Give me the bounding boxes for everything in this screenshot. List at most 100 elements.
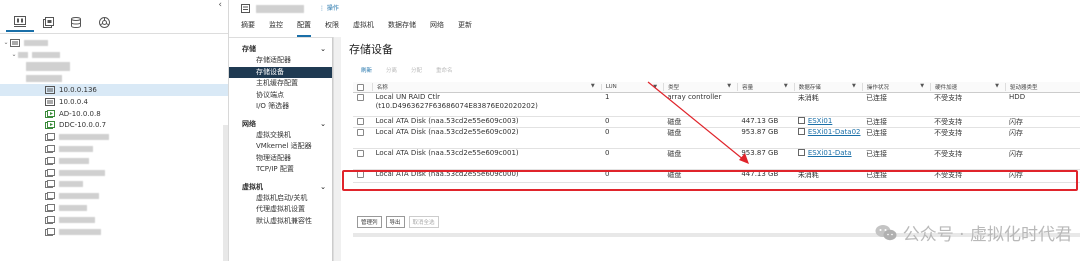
filter-icon[interactable]: ▼ [727, 83, 731, 91]
nav-item-storage-adapters[interactable]: 存储适配器 [229, 55, 332, 67]
col-name[interactable]: 名称 ▼ [371, 83, 601, 91]
tree-node-vm-redacted[interactable] [0, 179, 228, 191]
detach-button[interactable]: 分离 [386, 66, 397, 74]
col-datastore[interactable]: 数据存储 ▼ [793, 83, 862, 91]
tab-monitor[interactable]: 监控 [269, 20, 283, 37]
datastore-link[interactable]: ESXi01-Data02 [808, 128, 861, 136]
filter-icon[interactable]: ▼ [920, 83, 924, 91]
redacted-label [32, 51, 60, 58]
col-status[interactable]: 操作状况 ▼ [861, 83, 930, 91]
rename-button[interactable]: 重命名 [436, 66, 453, 74]
tree-node-vm-redacted[interactable] [0, 202, 228, 214]
table-row[interactable]: Local ATA Disk (naa.53cd2e55e609c003) 0 … [353, 117, 1080, 128]
table-row[interactable]: Local ATA Disk (naa.53cd2e55e609c001) 0 … [353, 149, 1080, 170]
nav-item-vmkernel-adapters[interactable]: VMkernel 适配器 [229, 141, 332, 153]
assign-button[interactable]: 分配 [411, 66, 422, 74]
nav-section-storage[interactable]: 存储 ⌄ [229, 43, 332, 55]
col-hw-accel[interactable]: 硬件加速 ▼ [930, 83, 1005, 91]
tree-node-vm[interactable]: DDC-10.0.0.7 [0, 120, 228, 132]
filter-icon[interactable]: ▼ [591, 83, 595, 91]
configure-nav: 存储 ⌄ 存储适配器 存储设备 主机缓存配置 协议端点 I/O 筛选器 网络 ⌄ 虚… [229, 37, 333, 261]
tree-node-vm-redacted[interactable] [0, 167, 228, 179]
chevron-down-icon[interactable]: ⌄ [2, 39, 10, 46]
object-header: ⋮ 操作 摘要 监控 配置 权限 虚拟机 数据存储 网络 更新 [229, 0, 1080, 37]
checkbox[interactable] [357, 118, 364, 125]
nav-item-default-vm-compat[interactable]: 默认虚拟机兼容性 [229, 216, 332, 228]
filter-icon[interactable]: ▼ [995, 83, 999, 91]
nav-item-physical-adapters[interactable]: 物理适配器 [229, 153, 332, 165]
storage-view-icon[interactable] [62, 14, 90, 32]
checkbox[interactable] [357, 84, 364, 91]
nav-item-virtual-switches[interactable]: 虚拟交换机 [229, 130, 332, 142]
clear-selection-button[interactable]: 取消全选 [408, 216, 439, 228]
cell-status: 已连接 [865, 118, 887, 126]
export-button[interactable]: 导出 [385, 216, 405, 228]
tab-networks[interactable]: 网络 [430, 20, 444, 37]
tree-node-datacenter[interactable]: ⌄ [0, 49, 228, 61]
filter-icon[interactable]: ▼ [852, 83, 856, 91]
table-row[interactable]: Local UN RAID Ctlr (t10.D4963627F6368607… [353, 93, 1080, 117]
filter-icon[interactable]: ▼ [784, 83, 788, 91]
nav-section-vms[interactable]: 虚拟机 ⌄ [229, 181, 332, 193]
datastore-link[interactable]: ESXi01-Data [808, 149, 852, 157]
tab-summary[interactable]: 摘要 [241, 20, 255, 37]
tree-node-vm-redacted[interactable] [0, 143, 228, 155]
cell-type: 磁盘 [667, 150, 682, 158]
row-checkbox[interactable] [353, 149, 372, 169]
nav-item-storage-devices[interactable]: 存储设备 [229, 66, 332, 78]
tree-node-vm-redacted[interactable] [0, 155, 228, 167]
networking-view-icon[interactable] [90, 14, 118, 32]
nav-section-networking[interactable]: 网络 ⌄ [229, 118, 332, 130]
hosts-clusters-view-icon[interactable] [6, 14, 34, 32]
tree-node-host[interactable]: 10.0.0.4 [0, 96, 228, 108]
row-checkbox[interactable] [353, 117, 372, 127]
chevron-down-icon[interactable]: ⌄ [10, 51, 18, 58]
actions-menu[interactable]: ⋮ 操作 [319, 3, 339, 12]
tree-node-vcenter[interactable]: ⌄ [0, 37, 228, 49]
col-drive-type[interactable]: 驱动器类型 [1005, 83, 1080, 91]
inventory-scrollbar[interactable] [223, 125, 228, 261]
tab-updates[interactable]: 更新 [458, 20, 472, 37]
filter-icon[interactable]: ▼ [653, 84, 657, 90]
cell-name: Local ATA Disk (naa.53cd2e55e609c001) [375, 149, 519, 157]
checkbox[interactable] [357, 129, 364, 136]
col-type[interactable]: 类型 ▼ [663, 83, 737, 91]
cell-hw-accel: 不受支持 [934, 118, 963, 126]
tab-configure[interactable]: 配置 [297, 20, 311, 37]
nav-item-host-cache[interactable]: 主机缓存配置 [229, 78, 332, 90]
vm-icon [45, 192, 55, 201]
checkbox[interactable] [357, 150, 364, 157]
tree-node-cluster[interactable] [0, 61, 228, 73]
manage-columns-button[interactable]: 管理列 [357, 216, 382, 228]
col-capacity[interactable]: 容量 ▼ [737, 83, 794, 91]
nav-item-agent-vm[interactable]: 代理虚拟机设置 [229, 204, 332, 216]
nav-item-tcpip-config[interactable]: TCP/IP 配置 [229, 164, 332, 176]
select-all-checkbox[interactable] [353, 83, 372, 91]
tab-vms[interactable]: 虚拟机 [353, 20, 374, 37]
row-checkbox[interactable] [353, 128, 372, 148]
row-checkbox[interactable] [353, 93, 372, 116]
datastore-link[interactable]: ESXi01 [808, 117, 833, 125]
checkbox[interactable] [357, 94, 364, 101]
nav-item-vm-startup[interactable]: 虚拟机启动/关机 [229, 193, 332, 205]
vms-templates-view-icon[interactable] [34, 14, 62, 32]
tab-permissions[interactable]: 权限 [325, 20, 339, 37]
tree-node-vm-redacted[interactable] [0, 131, 228, 143]
refresh-button[interactable]: 刷新 [361, 66, 372, 74]
cell-type: array controller [667, 93, 722, 101]
tree-node-vm-redacted[interactable] [0, 214, 228, 226]
redacted-label [59, 157, 89, 164]
nav-scrollbar[interactable] [333, 37, 341, 261]
col-lun[interactable]: LUN ▼ [600, 84, 663, 90]
tree-node-vm-redacted[interactable] [0, 190, 228, 202]
nav-item-protocol-endpoints[interactable]: 协议端点 [229, 90, 332, 102]
object-title [241, 4, 304, 13]
tab-datastores[interactable]: 数据存储 [388, 20, 416, 37]
tree-node-cluster-2[interactable] [0, 72, 228, 84]
nav-item-io-filters[interactable]: I/O 筛选器 [229, 101, 332, 113]
tree-node-vm[interactable]: AD-10.0.0.8 [0, 108, 228, 120]
tree-node-vm-redacted[interactable] [0, 226, 228, 238]
tree-node-host-selected[interactable]: 10.0.0.136 [0, 84, 228, 96]
table-row[interactable]: Local ATA Disk (naa.53cd2e55e609c002) 0 … [353, 128, 1080, 149]
collapse-pane-icon[interactable]: ‹ [218, 0, 222, 10]
